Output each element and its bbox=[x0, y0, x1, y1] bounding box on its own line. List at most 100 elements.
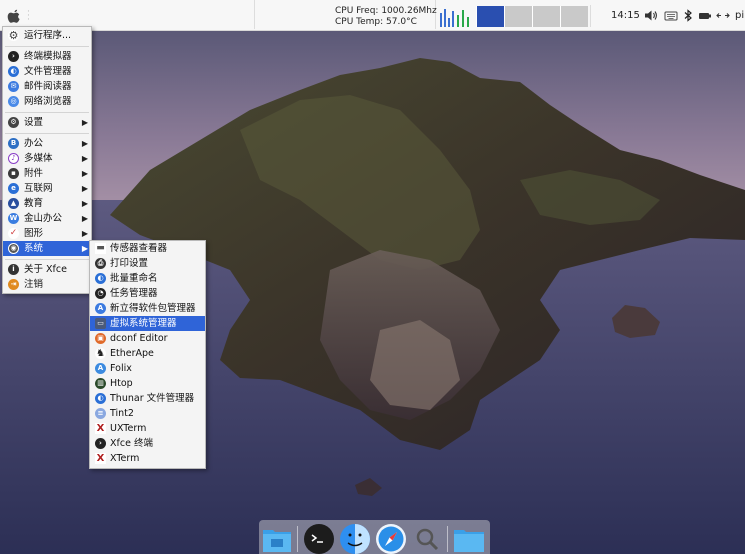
htop-icon: ▥ bbox=[95, 378, 106, 389]
menu-separator bbox=[5, 133, 89, 134]
clock[interactable]: 14:15 bbox=[611, 10, 640, 21]
mail-icon: ✉ bbox=[8, 81, 19, 92]
xfce-terminal-icon: › bbox=[95, 438, 106, 449]
office-icon: B bbox=[8, 138, 19, 149]
top-panel: · · · CPU Freq: 1000.26Mhz CPU Temp: 57.0°… bbox=[0, 0, 745, 31]
workspace-2[interactable] bbox=[504, 6, 532, 27]
submenu-arrow-icon: ▶ bbox=[81, 214, 88, 223]
sensor-icon: ▬ bbox=[95, 243, 106, 254]
submenu-arrow-icon: ▶ bbox=[81, 139, 88, 148]
education-icon: ▲ bbox=[8, 198, 19, 209]
cpu-freq-text: CPU Freq: 1000.26Mhz bbox=[335, 6, 437, 16]
submenu-arrow-icon: ▶ bbox=[81, 169, 88, 178]
menu-separator bbox=[5, 46, 89, 47]
user-menu[interactable]: pi bbox=[735, 10, 744, 21]
menu-item-about-xfce[interactable]: i 关于 Xfce bbox=[3, 262, 91, 277]
wps-icon: W bbox=[8, 213, 19, 224]
menu-item-graphics[interactable]: ✓ 图形 ▶ bbox=[3, 226, 91, 241]
menu-item-mail-reader[interactable]: ✉ 邮件阅读器 bbox=[3, 79, 91, 94]
panel-grip-icon: · · · bbox=[27, 7, 30, 25]
submenu-arrow-icon: ▶ bbox=[81, 118, 88, 127]
menu-item-system[interactable]: ◉ 系统 ▶ bbox=[3, 241, 91, 256]
menu-item-internet[interactable]: e 互联网 ▶ bbox=[3, 181, 91, 196]
virt-manager-icon: ▭ bbox=[95, 318, 106, 329]
submenu-item-thunar[interactable]: ◐ Thunar 文件管理器 bbox=[90, 391, 205, 406]
submenu-item-virt-manager[interactable]: ▭ 虚拟系统管理器 bbox=[90, 316, 205, 331]
menu-item-terminal[interactable]: › 终端模拟器 bbox=[3, 49, 91, 64]
info-icon: i bbox=[8, 264, 19, 275]
dock bbox=[259, 520, 490, 554]
submenu-item-etherape[interactable]: ♞ EtherApe bbox=[90, 346, 205, 361]
network-icon[interactable] bbox=[716, 9, 730, 22]
desktop-folder-icon[interactable] bbox=[261, 522, 293, 554]
submenu-arrow-icon: ▶ bbox=[81, 184, 88, 193]
submenu-item-synaptic[interactable]: A 新立得软件包管理器 bbox=[90, 301, 205, 316]
menu-item-file-manager[interactable]: ◐ 文件管理器 bbox=[3, 64, 91, 79]
submenu-arrow-icon: ▶ bbox=[81, 154, 88, 163]
submenu-item-xterm[interactable]: X XTerm bbox=[90, 451, 205, 466]
safari-icon[interactable] bbox=[375, 522, 407, 554]
submenu-item-xfce-terminal[interactable]: › Xfce 终端 bbox=[90, 436, 205, 451]
folix-icon: A bbox=[95, 363, 106, 374]
dock-divider bbox=[297, 526, 298, 552]
menu-item-multimedia[interactable]: ♪ 多媒体 ▶ bbox=[3, 151, 91, 166]
submenu-item-uxterm[interactable]: X UXTerm bbox=[90, 421, 205, 436]
menu-item-logout[interactable]: ⇥ 注销 bbox=[3, 277, 91, 292]
submenu-item-tint2[interactable]: ≡ Tint2 bbox=[90, 406, 205, 421]
graphics-icon: ✓ bbox=[8, 228, 19, 239]
printer-icon: ⎙ bbox=[95, 258, 106, 269]
apple-menu-icon[interactable] bbox=[4, 7, 24, 25]
keyboard-icon[interactable] bbox=[664, 9, 678, 22]
finder-icon[interactable] bbox=[339, 522, 371, 554]
settings-icon: ⚙ bbox=[8, 117, 19, 128]
menu-separator bbox=[5, 112, 89, 113]
submenu-item-print-settings[interactable]: ⎙ 打印设置 bbox=[90, 256, 205, 271]
menu-item-wps-office[interactable]: W 金山办公 ▶ bbox=[3, 211, 91, 226]
task-manager-icon: ◔ bbox=[95, 288, 106, 299]
volume-icon[interactable] bbox=[644, 9, 658, 22]
bluetooth-icon[interactable] bbox=[681, 9, 695, 22]
submenu-arrow-icon: ▶ bbox=[81, 229, 88, 238]
folder-icon[interactable] bbox=[453, 522, 485, 554]
system-submenu: ▬ 传感器查看器 ⎙ 打印设置 ◐ 批量重命名 ◔ 任务管理器 A 新立得软件包… bbox=[89, 240, 206, 469]
submenu-item-dconf-editor[interactable]: ▣ dconf Editor bbox=[90, 331, 205, 346]
menu-separator bbox=[5, 259, 89, 260]
menu-item-run-program[interactable]: ⚙ 运行程序... bbox=[3, 28, 91, 43]
etherape-icon: ♞ bbox=[95, 348, 106, 359]
file-manager-icon: ◐ bbox=[8, 66, 19, 77]
browser-icon: ◎ bbox=[8, 96, 19, 107]
workspace-4[interactable] bbox=[560, 6, 588, 27]
submenu-item-bulk-rename[interactable]: ◐ 批量重命名 bbox=[90, 271, 205, 286]
internet-icon: e bbox=[8, 183, 19, 194]
menu-item-settings[interactable]: ⚙ 设置 ▶ bbox=[3, 115, 91, 130]
uxterm-icon: X bbox=[95, 423, 106, 434]
battery-icon[interactable] bbox=[698, 9, 712, 22]
dconf-icon: ▣ bbox=[95, 333, 106, 344]
system-icon: ◉ bbox=[8, 243, 19, 254]
multimedia-icon: ♪ bbox=[8, 153, 19, 164]
menu-item-office[interactable]: B 办公 ▶ bbox=[3, 136, 91, 151]
submenu-item-sensor-viewer[interactable]: ▬ 传感器查看器 bbox=[90, 241, 205, 256]
workspace-1[interactable] bbox=[476, 6, 504, 27]
submenu-arrow-icon: ▶ bbox=[81, 244, 88, 253]
terminal-icon: › bbox=[8, 51, 19, 62]
submenu-item-folix[interactable]: A Folix bbox=[90, 361, 205, 376]
applications-menu: ⚙ 运行程序... › 终端模拟器 ◐ 文件管理器 ✉ 邮件阅读器 ◎ 网络浏览… bbox=[2, 26, 92, 294]
menu-item-web-browser[interactable]: ◎ 网络浏览器 bbox=[3, 94, 91, 109]
tray-separator bbox=[590, 5, 591, 27]
menu-item-accessories[interactable]: ▪ 附件 ▶ bbox=[3, 166, 91, 181]
submenu-item-task-manager[interactable]: ◔ 任务管理器 bbox=[90, 286, 205, 301]
accessories-icon: ▪ bbox=[8, 168, 19, 179]
submenu-item-htop[interactable]: ▥ Htop bbox=[90, 376, 205, 391]
search-icon[interactable] bbox=[411, 522, 443, 554]
synaptic-icon: A bbox=[95, 303, 106, 314]
terminal-icon[interactable] bbox=[303, 522, 335, 554]
cpu-temp-text: CPU Temp: 57.0°C bbox=[335, 17, 417, 27]
dock-divider bbox=[447, 526, 448, 552]
menu-item-education[interactable]: ▲ 教育 ▶ bbox=[3, 196, 91, 211]
workspace-3[interactable] bbox=[532, 6, 560, 27]
submenu-arrow-icon: ▶ bbox=[81, 199, 88, 208]
logout-icon: ⇥ bbox=[8, 279, 19, 290]
workspace-switcher[interactable] bbox=[476, 6, 588, 27]
rename-icon: ◐ bbox=[95, 273, 106, 284]
